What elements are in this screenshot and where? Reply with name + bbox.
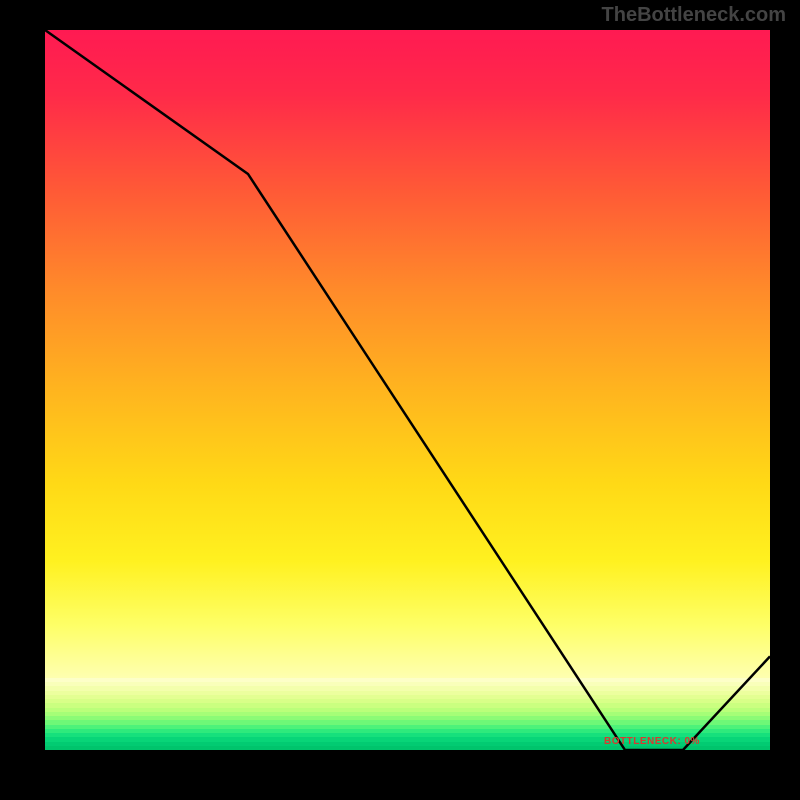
plot-area: BOTTLENECK: 0%: [45, 30, 770, 750]
watermark-text: TheBottleneck.com: [602, 4, 786, 27]
bottleneck-marker-label: BOTTLENECK: 0%: [604, 736, 700, 747]
bottleneck-curve: [45, 30, 770, 750]
plot-frame: BOTTLENECK: 0%: [25, 25, 775, 775]
chart-container: TheBottleneck.com BOTTLENECK: 0%: [0, 0, 800, 800]
